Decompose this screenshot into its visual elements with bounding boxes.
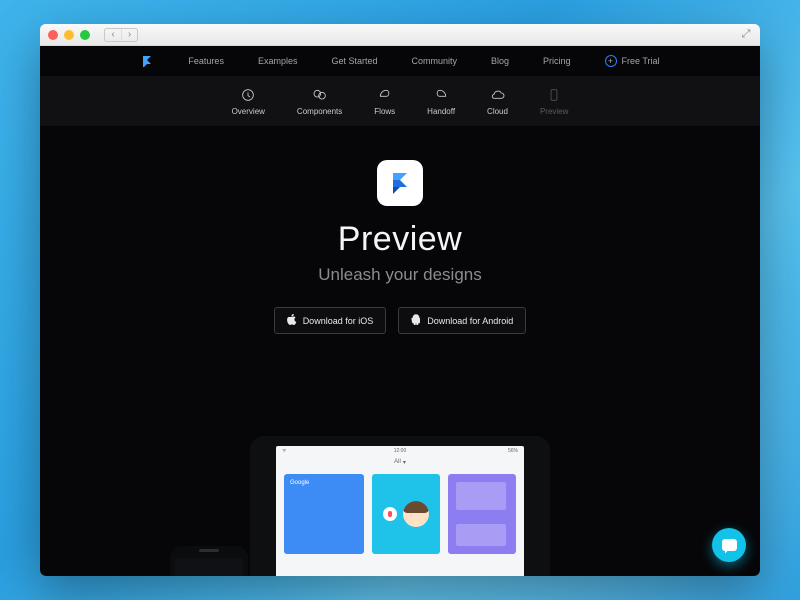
window-close-button[interactable] bbox=[48, 30, 58, 40]
nav-link-blog[interactable]: Blog bbox=[491, 56, 509, 66]
subnav-label: Handoff bbox=[427, 107, 455, 116]
nav-link-pricing[interactable]: Pricing bbox=[543, 56, 571, 66]
tablet-screen: ᯤ 12:00 56% All ▾ Google bbox=[276, 446, 524, 576]
avatar-illustration bbox=[403, 501, 429, 527]
cloud-icon bbox=[490, 87, 506, 103]
tablet-statusbar: ᯤ 12:00 56% bbox=[276, 446, 524, 456]
window-titlebar: ‹ › ⤢ bbox=[40, 24, 760, 46]
apple-icon bbox=[287, 314, 297, 327]
window-expand-button[interactable]: ⤢ bbox=[740, 29, 752, 41]
framer-logo-icon bbox=[141, 55, 153, 67]
nav-forward-button[interactable]: › bbox=[121, 29, 137, 40]
cta-group: Download for iOS Download for Android bbox=[40, 307, 760, 334]
subnav-item-overview[interactable]: Overview bbox=[232, 87, 265, 116]
prototype-card-layout bbox=[448, 474, 516, 554]
subnav-item-handoff[interactable]: Handoff bbox=[427, 87, 455, 116]
filter-label: All bbox=[394, 459, 401, 465]
handoff-icon bbox=[433, 87, 449, 103]
tablet-mockup: ᯤ 12:00 56% All ▾ Google bbox=[250, 436, 550, 576]
app-icon bbox=[377, 160, 423, 206]
placeholder-block bbox=[456, 524, 506, 546]
window-zoom-button[interactable] bbox=[80, 30, 90, 40]
hero-subtitle: Unleash your designs bbox=[40, 265, 760, 285]
overview-icon bbox=[240, 87, 256, 103]
subnav-label: Flows bbox=[374, 107, 395, 116]
android-button-label: Download for Android bbox=[427, 316, 513, 326]
window-minimize-button[interactable] bbox=[64, 30, 74, 40]
subnav-item-preview[interactable]: Preview bbox=[540, 87, 568, 116]
nav-link-free-trial[interactable]: + Free Trial bbox=[605, 55, 660, 67]
features-subnav: Overview Components Flows Handoff Cloud … bbox=[40, 76, 760, 126]
google-label: Google bbox=[290, 480, 309, 486]
status-time: 12:00 bbox=[276, 448, 524, 454]
download-android-button[interactable]: Download for Android bbox=[398, 307, 526, 334]
free-trial-label: Free Trial bbox=[622, 56, 660, 66]
hero-section: Preview Unleash your designs Download fo… bbox=[40, 160, 760, 334]
subnav-label: Cloud bbox=[487, 107, 508, 116]
browser-window: ‹ › ⤢ Features Examples Get Started Comm… bbox=[40, 24, 760, 576]
prototype-card-google: Google bbox=[284, 474, 364, 554]
flows-icon bbox=[377, 87, 393, 103]
subnav-item-flows[interactable]: Flows bbox=[374, 87, 395, 116]
framer-mark-icon bbox=[388, 171, 412, 195]
placeholder-block bbox=[456, 482, 506, 510]
subnav-label: Components bbox=[297, 107, 342, 116]
brand-logo[interactable] bbox=[140, 55, 154, 67]
nav-link-features[interactable]: Features bbox=[188, 56, 224, 66]
phone-mockup bbox=[170, 546, 248, 576]
nav-back-button[interactable]: ‹ bbox=[105, 29, 121, 40]
subnav-item-cloud[interactable]: Cloud bbox=[487, 87, 508, 116]
prototype-cards: Google bbox=[276, 468, 524, 554]
download-ios-button[interactable]: Download for iOS bbox=[274, 307, 387, 334]
plus-circle-icon: + bbox=[605, 55, 617, 67]
nav-link-examples[interactable]: Examples bbox=[258, 56, 298, 66]
chat-icon bbox=[722, 539, 737, 551]
subnav-label: Preview bbox=[540, 107, 568, 116]
device-showcase: ᯤ 12:00 56% All ▾ Google bbox=[40, 406, 760, 576]
hero-title: Preview bbox=[40, 220, 760, 259]
phone-screen bbox=[175, 558, 243, 576]
page-content: Features Examples Get Started Community … bbox=[40, 46, 760, 576]
subnav-label: Overview bbox=[232, 107, 265, 116]
components-icon bbox=[312, 87, 328, 103]
ios-button-label: Download for iOS bbox=[303, 316, 374, 326]
mic-icon bbox=[383, 507, 397, 521]
browser-nav-group: ‹ › bbox=[104, 28, 138, 42]
tablet-filter-bar: All ▾ bbox=[276, 456, 524, 468]
chevron-down-icon: ▾ bbox=[403, 459, 406, 466]
primary-nav: Features Examples Get Started Community … bbox=[40, 48, 760, 74]
nav-link-community[interactable]: Community bbox=[412, 56, 458, 66]
android-icon bbox=[411, 314, 421, 327]
subnav-item-components[interactable]: Components bbox=[297, 87, 342, 116]
device-icon bbox=[546, 87, 562, 103]
chat-launcher-button[interactable] bbox=[712, 528, 746, 562]
nav-link-get-started[interactable]: Get Started bbox=[331, 56, 377, 66]
prototype-card-voice bbox=[372, 474, 440, 554]
